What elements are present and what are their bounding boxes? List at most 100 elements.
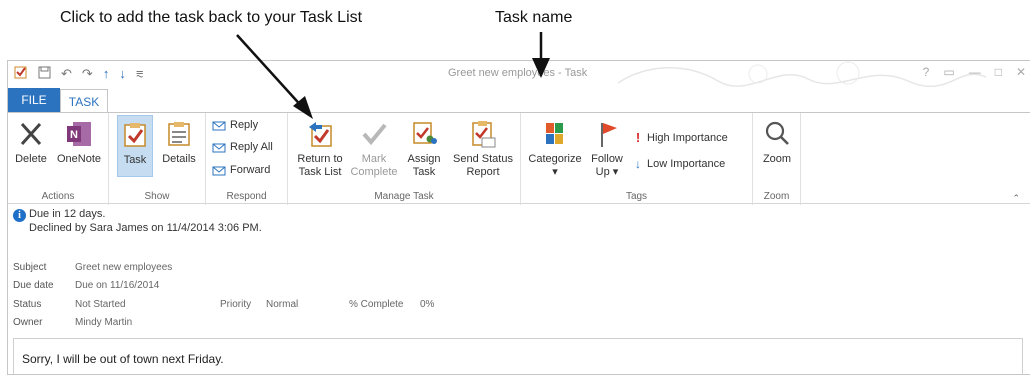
owner-value: Mindy Martin — [75, 317, 133, 328]
up-arrow-icon[interactable]: ↑ — [103, 66, 110, 82]
follow-up-button[interactable]: Follow Up ▾ — [587, 119, 627, 179]
quick-access-toolbar: ↶ ↷ ↑ ↓ ⩳ — [14, 65, 143, 83]
title-bar: ↶ ↷ ↑ ↓ ⩳ Greet new employees - Task ? ▭… — [8, 61, 1030, 87]
group-actions: Delete N OneNote Actions — [8, 113, 109, 205]
ribbon-options-icon[interactable]: ▭ — [943, 65, 954, 79]
zoom-label: Zoom — [762, 153, 792, 165]
owner-label: Owner — [13, 317, 43, 328]
status-value: Not Started — [75, 299, 126, 310]
details-button[interactable]: Details — [159, 119, 199, 166]
assign-task-button[interactable]: Assign Task — [402, 119, 446, 179]
forward-label: Forward — [230, 164, 271, 176]
high-importance-label: High Importance — [647, 131, 728, 144]
low-importance-label: Low Importance — [647, 158, 726, 170]
task-view-button[interactable]: Task — [117, 115, 153, 177]
percent-complete-value: 0% — [420, 299, 435, 310]
subject-value: Greet new employees — [75, 262, 173, 273]
group-label-tags: Tags — [625, 191, 648, 202]
ribbon-tabs: FILE TASK — [8, 88, 1030, 113]
callout-return-to-task-list: Click to add the task back to your Task … — [60, 9, 363, 26]
maximize-icon[interactable]: □ — [995, 65, 1002, 79]
assign-task-icon — [413, 122, 437, 144]
redo-icon[interactable]: ↷ — [82, 66, 93, 82]
group-tags: Categorize ▾ Follow Up ▾ ! High Importance… — [521, 113, 753, 205]
reply-all-icon — [212, 143, 226, 153]
message-body[interactable]: Sorry, I will be out of town next Friday… — [13, 338, 1023, 375]
subject-label: Subject — [13, 262, 47, 273]
low-importance-button[interactable]: ↓ Low Importance — [633, 157, 725, 171]
forward-button[interactable]: Forward — [212, 163, 270, 177]
help-icon[interactable]: ? — [923, 65, 930, 79]
window-title: Greet new employees - Task — [448, 67, 588, 79]
delete-icon — [20, 122, 42, 146]
group-label-actions: Actions — [41, 191, 75, 202]
percent-complete-label: % Complete — [349, 299, 404, 310]
group-show: Task Details Show — [109, 113, 206, 205]
group-zoom: Zoom Zoom — [753, 113, 801, 205]
group-label-manage-task: Manage Task — [374, 191, 434, 202]
follow-up-label: Follow Up ▾ — [591, 153, 623, 178]
return-to-task-list-button[interactable]: Return to Task List — [294, 119, 346, 179]
mark-complete-button[interactable]: Mark Complete — [348, 119, 400, 179]
group-respond: Reply Reply All Forward Respond — [206, 113, 288, 205]
task-window: ↶ ↷ ↑ ↓ ⩳ Greet new employees - Task ? ▭… — [7, 60, 1030, 375]
zoom-button[interactable]: Zoom — [759, 119, 795, 166]
info-bar: i Due in 12 days. Declined by Sara James… — [8, 205, 1030, 247]
ribbon: Delete N OneNote Actions Task Details Sh… — [8, 112, 1030, 205]
priority-value: Normal — [266, 299, 299, 310]
message-body-text: Sorry, I will be out of town next Friday… — [22, 352, 224, 366]
task-icon — [14, 65, 28, 83]
categorize-icon — [546, 123, 563, 144]
onenote-label: OneNote — [56, 153, 102, 165]
checkmark-icon — [362, 123, 387, 146]
customize-icon[interactable]: ⩳ — [136, 66, 144, 82]
group-manage-task: Return to Task List Mark Complete Assign Ta… — [288, 113, 521, 205]
send-status-report-label: Send Status Report — [453, 153, 513, 178]
svg-text:N: N — [70, 129, 78, 141]
return-to-task-list-icon — [309, 122, 332, 147]
flag-icon — [601, 123, 617, 147]
categorize-button[interactable]: Categorize ▾ — [525, 119, 585, 179]
down-arrow-icon[interactable]: ↓ — [119, 66, 126, 82]
assign-task-label: Assign Task — [407, 153, 441, 178]
down-arrow-importance-icon: ↓ — [635, 157, 641, 171]
delete-button[interactable]: Delete — [12, 119, 50, 166]
reply-all-button[interactable]: Reply All — [212, 140, 273, 154]
minimize-icon[interactable]: — — [969, 65, 981, 79]
group-label-show: Show — [144, 191, 170, 202]
send-status-report-button[interactable]: Send Status Report — [448, 119, 518, 179]
forward-icon — [212, 166, 226, 176]
group-label-zoom: Zoom — [763, 191, 790, 202]
close-icon[interactable]: ✕ — [1016, 65, 1026, 79]
priority-label: Priority — [220, 299, 252, 310]
categorize-label: Categorize ▾ — [528, 153, 582, 178]
status-label: Status — [13, 299, 42, 310]
exclamation-icon: ! — [635, 130, 641, 145]
callout-task-name: Task name — [495, 9, 573, 26]
window-controls: ? ▭ — □ ✕ — [923, 65, 1026, 79]
reply-label: Reply — [230, 119, 259, 131]
tab-task[interactable]: TASK — [60, 89, 108, 113]
declined-notice: Declined by Sara James on 11/4/2014 3:06… — [29, 222, 262, 234]
save-icon[interactable] — [38, 66, 51, 83]
due-date-value: Due on 11/16/2014 — [75, 280, 160, 291]
group-label-respond: Respond — [226, 191, 267, 202]
delete-label: Delete — [15, 153, 47, 165]
details-icon — [168, 122, 190, 146]
task-view-label: Task — [123, 154, 147, 166]
undo-icon[interactable]: ↶ — [61, 66, 72, 82]
onenote-icon: N — [67, 122, 91, 146]
onenote-button[interactable]: N OneNote — [54, 119, 104, 166]
reply-all-label: Reply All — [230, 141, 273, 153]
send-status-report-icon — [472, 121, 496, 148]
task-view-icon — [124, 123, 146, 147]
high-importance-button[interactable]: ! High Importance — [633, 130, 728, 145]
return-to-task-list-label: Return to Task List — [297, 153, 343, 178]
due-date-label: Due date — [13, 280, 54, 291]
collapse-ribbon-icon[interactable]: ⌃ — [1012, 193, 1020, 204]
info-icon: i — [13, 209, 26, 222]
tab-file[interactable]: FILE — [8, 88, 60, 112]
magnifier-icon — [765, 121, 789, 145]
reply-button[interactable]: Reply — [212, 118, 258, 132]
details-label: Details — [162, 153, 196, 165]
